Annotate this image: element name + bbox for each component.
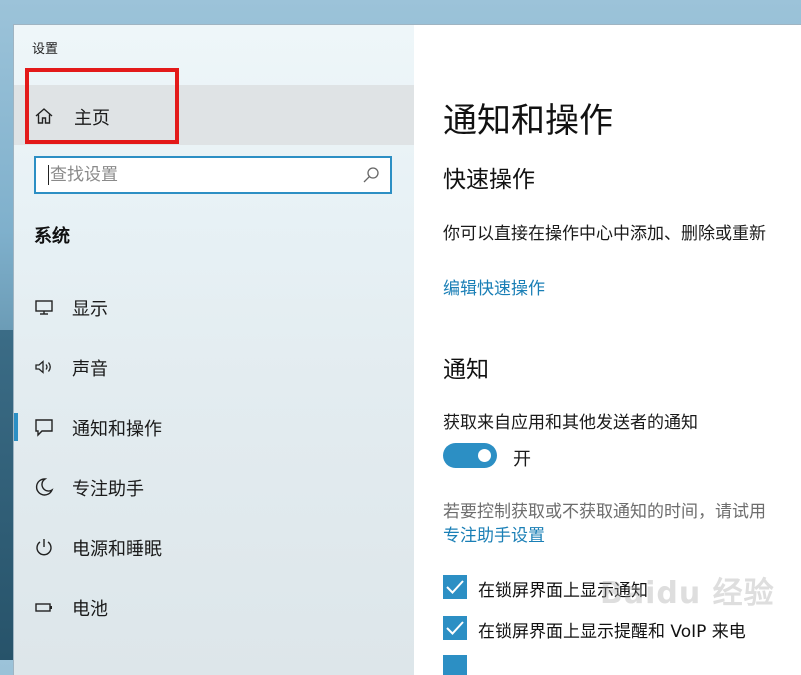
sidebar-item-sound[interactable]: 声音 xyxy=(14,345,414,389)
checkbox-label: 在锁屏界面上显示提醒和 VoIP 来电 xyxy=(478,622,746,642)
checkmark-icon xyxy=(446,621,464,635)
page-title: 通知和操作 xyxy=(443,101,613,141)
quick-actions-description: 你可以直接在操作中心中添加、删除或重新 xyxy=(443,224,766,244)
checkmark-icon xyxy=(446,580,464,594)
window-title: 设置 xyxy=(32,42,59,57)
focus-assist-hint: 若要控制获取或不获取通知的时间，请试用 xyxy=(443,502,766,522)
toggle-knob xyxy=(478,449,491,462)
text-caret xyxy=(48,165,49,185)
speaker-icon xyxy=(35,360,51,374)
checkbox[interactable] xyxy=(443,616,467,640)
get-notifications-label: 获取来自应用和其他发送者的通知 xyxy=(443,413,698,433)
highlight-box xyxy=(25,68,179,144)
sidebar-item-label: 电源和睡眠 xyxy=(72,539,162,560)
sidebar-item-label: 通知和操作 xyxy=(72,419,162,440)
notifications-heading: 通知 xyxy=(443,357,489,383)
sidebar-item-label: 声音 xyxy=(72,359,108,380)
sidebar-item-battery[interactable]: 电池 xyxy=(14,585,414,629)
moon-icon xyxy=(35,478,54,496)
search-box[interactable] xyxy=(34,156,392,194)
sidebar-item-label: 专注助手 xyxy=(72,479,144,500)
notification-icon xyxy=(35,419,53,437)
sidebar-item-label: 显示 xyxy=(72,299,108,320)
sidebar-item-notifications[interactable]: 通知和操作 xyxy=(14,405,414,449)
notifications-toggle[interactable] xyxy=(443,443,497,468)
watermark-logo: Baidu 经验 xyxy=(600,576,775,611)
battery-icon xyxy=(35,603,52,612)
sidebar-item-focus-assist[interactable]: 专注助手 xyxy=(14,465,414,509)
checkbox[interactable] xyxy=(443,575,467,599)
checkbox[interactable] xyxy=(443,655,467,675)
selected-indicator xyxy=(14,413,18,441)
section-title: 系统 xyxy=(34,226,70,247)
toggle-state-label: 开 xyxy=(513,449,531,470)
quick-actions-heading: 快速操作 xyxy=(443,167,535,193)
search-icon[interactable] xyxy=(362,166,380,184)
search-input[interactable] xyxy=(50,162,350,188)
sidebar-item-label: 电池 xyxy=(72,599,108,620)
monitor-icon xyxy=(35,300,53,315)
sidebar-item-display[interactable]: 显示 xyxy=(14,285,414,329)
sidebar: 设置 主页 系统 显示 xyxy=(14,25,414,675)
power-icon xyxy=(36,539,52,556)
sidebar-item-power[interactable]: 电源和睡眠 xyxy=(14,525,414,569)
focus-assist-settings-link[interactable]: 专注助手设置 xyxy=(443,521,545,546)
edit-quick-actions-link[interactable]: 编辑快速操作 xyxy=(443,274,545,299)
